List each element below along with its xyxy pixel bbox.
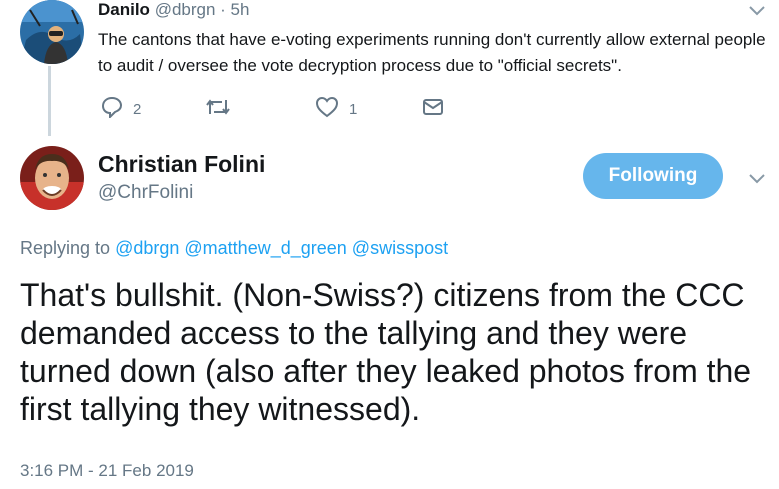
reply-author-handle[interactable]: @dbrgn [155, 0, 216, 19]
message-action[interactable] [422, 97, 444, 121]
main-author-name[interactable]: Christian Folini [98, 151, 265, 178]
replying-handle-matthew-d-green[interactable]: @matthew_d_green [184, 238, 346, 258]
replying-handle-swisspost[interactable]: @swisspost [352, 238, 448, 258]
like-action[interactable]: 1 [315, 96, 357, 122]
thread-line [48, 66, 51, 136]
avatar-christian-folini[interactable] [20, 146, 84, 210]
message-icon [422, 97, 444, 121]
main-tweet-text: That's bullshit. (Non-Swiss?) citizens f… [20, 277, 752, 427]
chevron-down-icon[interactable] [748, 172, 766, 190]
reply-author-name[interactable]: Danilo [98, 0, 150, 19]
replying-handle-dbrgn[interactable]: @dbrgn [115, 238, 179, 258]
like-count: 1 [349, 100, 358, 118]
like-icon [315, 96, 339, 122]
main-tweet-timestamp[interactable]: 3:16 PM - 21 Feb 2019 [20, 461, 194, 481]
main-author-handle[interactable]: @ChrFolini [98, 182, 193, 204]
retweet-action[interactable] [205, 98, 241, 120]
replying-to-label: Replying to [20, 238, 111, 258]
chevron-down-icon[interactable] [748, 4, 766, 22]
reply-timestamp[interactable]: · 5h [220, 0, 249, 19]
avatar-danilo[interactable] [20, 0, 84, 64]
reply-header: Danilo @dbrgn · 5h [98, 0, 249, 20]
replying-to-line: Replying to @dbrgn @matthew_d_green @swi… [20, 238, 448, 259]
following-button[interactable]: Following [583, 153, 723, 199]
reply-text: The cantons that have e-voting experimen… [98, 30, 766, 75]
reply-icon [101, 96, 123, 122]
retweet-icon [205, 98, 231, 120]
reply-action[interactable]: 2 [101, 96, 141, 122]
reply-count: 2 [133, 100, 142, 118]
